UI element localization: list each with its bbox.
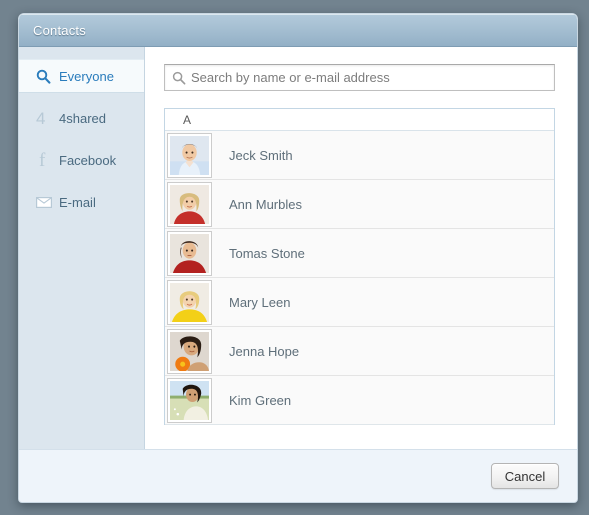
contact-name: Jeck Smith bbox=[229, 147, 293, 163]
contact-name: Jenna Hope bbox=[229, 343, 300, 359]
contact-name: Tomas Stone bbox=[229, 245, 305, 261]
avatar bbox=[167, 279, 212, 325]
list-item[interactable]: Ann Murbles bbox=[165, 180, 554, 229]
list-item[interactable]: Tomas Stone bbox=[165, 229, 554, 278]
sidebar-item-label: E-mail bbox=[59, 194, 96, 210]
group-header: A bbox=[165, 109, 554, 131]
sidebar-item-everyone[interactable]: Everyone bbox=[19, 59, 144, 93]
list-item[interactable]: Jenna Hope bbox=[165, 327, 554, 376]
avatar bbox=[167, 328, 212, 374]
avatar bbox=[167, 377, 212, 423]
contact-name: Ann Murbles bbox=[229, 196, 302, 212]
search-icon bbox=[165, 71, 191, 85]
avatar bbox=[167, 181, 212, 227]
sidebar-item-label: Facebook bbox=[59, 152, 117, 168]
dialog-footer: Cancel bbox=[19, 449, 577, 502]
envelope-icon bbox=[36, 196, 56, 208]
page-title: Contacts bbox=[33, 22, 86, 38]
dialog-titlebar[interactable]: Contacts bbox=[19, 14, 577, 47]
cancel-button[interactable]: Cancel bbox=[491, 463, 559, 489]
search-field[interactable] bbox=[164, 64, 555, 91]
group-letter: A bbox=[183, 112, 192, 127]
search-icon bbox=[36, 69, 56, 84]
avatar bbox=[167, 132, 212, 178]
list-item[interactable]: Jeck Smith bbox=[165, 131, 554, 180]
sidebar-item-label: 4shared bbox=[59, 110, 106, 126]
content-area: A bbox=[145, 47, 577, 449]
contact-list: A Jeck Smith Ann Murbles Tomas Stone Mar… bbox=[164, 108, 555, 425]
list-item[interactable]: Kim Green bbox=[165, 376, 554, 425]
4shared-icon: 4 bbox=[36, 108, 46, 128]
avatar bbox=[167, 230, 212, 276]
contact-name: Kim Green bbox=[229, 392, 292, 408]
sidebar-item-label: Everyone bbox=[59, 68, 114, 84]
facebook-icon: f bbox=[39, 149, 46, 171]
sidebar-item-4shared[interactable]: 4 4shared bbox=[19, 101, 144, 135]
list-item[interactable]: Mary Leen bbox=[165, 278, 554, 327]
sidebar-item-facebook[interactable]: f Facebook bbox=[19, 143, 144, 177]
contacts-dialog: Contacts Everyone 4 4shared f Facebook E… bbox=[18, 13, 578, 503]
dialog-body: Everyone 4 4shared f Facebook E-mail Sea… bbox=[19, 47, 577, 449]
sidebar-item-email[interactable]: E-mail bbox=[19, 185, 144, 219]
search-input[interactable] bbox=[191, 70, 554, 85]
contact-name: Mary Leen bbox=[229, 294, 291, 310]
sidebar: Everyone 4 4shared f Facebook E-mail bbox=[19, 47, 145, 449]
